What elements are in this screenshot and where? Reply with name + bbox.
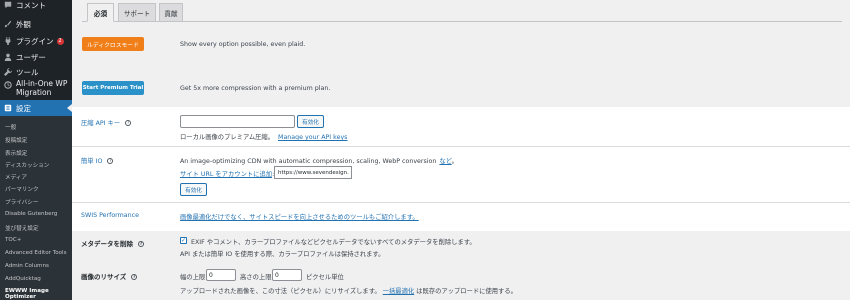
bulk-optimize-link[interactable]: 一括最適化 <box>383 288 414 295</box>
settings-content: 必須 サポート 貢献 ルディクロスモード Show every option p… <box>72 0 850 300</box>
easy-io-activate-button[interactable]: 有効化 <box>180 183 207 196</box>
resize-description: アップロードされた画像を、この寸法（ピクセル）にリサイズします。 一括最適化 は既存… <box>180 286 517 295</box>
remove-metadata-description: EXIF やコメント、カラープロファイルなどピクセルデータでないすべてのメタデー… <box>191 239 476 246</box>
easy-io-label-text: 簡単 IO <box>81 158 103 165</box>
api-key-description: ローカル画像のプレミアム圧縮。 Manage your API keys <box>180 132 347 141</box>
manage-api-keys-link[interactable]: Manage your API keys <box>278 134 347 141</box>
settings-submenu: 一般 投稿設定 表示設定 ディスカッション メディア パーマリンク プライバシー… <box>0 116 72 300</box>
easy-io-description-text: An image-optimizing CDN with automatic c… <box>180 158 437 165</box>
easy-io-more-link[interactable]: など <box>439 158 451 165</box>
help-icon[interactable]: ? <box>125 120 132 126</box>
help-icon[interactable]: ? <box>131 274 138 280</box>
menu-label: ツール <box>16 67 39 77</box>
help-icon[interactable]: ? <box>107 158 114 164</box>
api-key-input[interactable] <box>180 115 295 128</box>
swis-performance-label[interactable]: SWIS Performance <box>81 212 139 219</box>
submenu-advanced-editor-tools[interactable]: Advanced Editor Tools <box>5 250 67 256</box>
menu-appearance[interactable]: 外観 <box>0 16 72 32</box>
tab-support[interactable]: サポート <box>118 3 156 22</box>
add-site-url-link[interactable]: サイト URL をアカウントに追加 <box>180 171 272 178</box>
resize-images-label: 画像のリサイズ? <box>81 271 138 281</box>
add-site-url-link-wrap: サイト URL をアカウントに追加: <box>180 169 274 178</box>
swis-performance-link[interactable]: 画像最適化だけでなく、サイトスピードを向上させるためのツールもご紹介します。 <box>180 214 419 221</box>
submenu-media[interactable]: メディア <box>5 173 27 181</box>
wp-admin-screen: コメント 外観 プラグイン 2 ユーザー ツール All-in-One WP M… <box>0 0 850 300</box>
menu-label: 外観 <box>16 19 31 29</box>
help-icon[interactable]: ? <box>138 241 144 247</box>
ludicrous-mode-description: Show every option possible, even plaid. <box>180 41 306 48</box>
submenu-ewww-image-optimizer[interactable]: EWWW Image Optimizer <box>5 288 53 300</box>
site-url-field[interactable]: https://www.sevendesign. <box>274 166 352 179</box>
submenu-admin-columns[interactable]: Admin Columns <box>5 263 49 269</box>
remove-metadata-label-text: メタデータを削除 <box>81 240 133 248</box>
admin-sidebar: コメント 外観 プラグイン 2 ユーザー ツール All-in-One WP M… <box>0 0 72 300</box>
menu-label: All-in-One WP Migration <box>16 79 68 97</box>
max-height-label: 高さの上限 <box>240 274 272 281</box>
menu-label: ユーザー <box>16 52 46 62</box>
menu-label: コメント <box>16 0 46 10</box>
plugin-icon <box>4 37 12 45</box>
menu-label: プラグイン <box>16 36 54 46</box>
max-width-label: 幅の上限 <box>180 274 206 281</box>
menu-settings[interactable]: 設定 <box>0 100 72 116</box>
menu-label: 設定 <box>16 103 31 113</box>
settings-icon <box>4 104 12 112</box>
menu-comments[interactable]: コメント <box>0 0 72 13</box>
remove-metadata-note: API または簡単 IO を使用する際、カラープロファイルは保持されます。 <box>180 251 385 258</box>
tab-essential[interactable]: 必須 <box>87 3 114 22</box>
api-key-label[interactable]: 圧縮 API キー? <box>81 118 132 127</box>
remove-metadata-label: メタデータを削除? <box>81 238 144 248</box>
migration-icon <box>4 81 12 89</box>
resize-description-text: アップロードされた画像を、この寸法（ピクセル）にリサイズします。 <box>180 288 381 295</box>
user-icon <box>4 53 12 61</box>
submenu-reading[interactable]: 表示設定 <box>5 149 27 157</box>
max-width-input[interactable]: 0 <box>206 269 236 281</box>
remove-metadata-checkbox[interactable]: ✓ <box>180 237 187 244</box>
max-height-input[interactable]: 0 <box>272 269 302 281</box>
resize-images-label-text: 画像のリサイズ <box>81 273 127 281</box>
premium-trial-description: Get 5x more compression with a premium p… <box>180 85 331 92</box>
submenu-sort-settings[interactable]: 並び替え設定 <box>5 224 39 232</box>
row-divider <box>72 146 850 147</box>
menu-all-in-one-migration[interactable]: All-in-One WP Migration <box>0 78 72 102</box>
wrench-icon <box>4 68 12 76</box>
pixel-unit-label: ピクセル単位 <box>306 274 344 281</box>
easy-io-description: An image-optimizing CDN with automatic c… <box>180 156 458 165</box>
api-key-label-text: 圧縮 API キー <box>81 120 121 127</box>
submenu-permalinks[interactable]: パーマリンク <box>5 185 39 193</box>
update-count-badge: 2 <box>56 37 64 45</box>
resize-description-tail: は既存のアップロードに使用する。 <box>416 288 517 295</box>
ludicrous-mode-button[interactable]: ルディクロスモード <box>82 37 144 51</box>
start-premium-trial-button[interactable]: Start Premium Trial <box>82 81 144 95</box>
submenu-disable-gutenberg[interactable]: Disable Gutenberg <box>5 211 57 217</box>
submenu-addquicktag[interactable]: AddQuicktag <box>5 276 41 282</box>
menu-users[interactable]: ユーザー <box>0 49 72 65</box>
api-key-activate-button[interactable]: 有効化 <box>297 115 324 128</box>
row-divider <box>72 202 850 203</box>
tab-contribute[interactable]: 貢献 <box>159 3 183 22</box>
settings-tabs: 必須 サポート 貢献 <box>82 0 842 22</box>
api-key-description-text: ローカル画像のプレミアム圧縮。 <box>180 134 275 141</box>
swis-description-wrap: 画像最適化だけでなく、サイトスピードを向上させるためのツールもご紹介します。 <box>180 212 419 221</box>
submenu-discussion[interactable]: ディスカッション <box>5 161 49 169</box>
paintbrush-icon <box>4 20 12 28</box>
punctuation: 。 <box>451 158 458 165</box>
submenu-privacy[interactable]: プライバシー <box>5 198 38 206</box>
submenu-general[interactable]: 一般 <box>5 123 16 131</box>
easy-io-label[interactable]: 簡単 IO? <box>81 156 114 165</box>
submenu-toc-plus[interactable]: TOC+ <box>5 237 21 243</box>
menu-plugins[interactable]: プラグイン 2 <box>0 33 72 49</box>
comment-icon <box>4 1 12 9</box>
submenu-writing[interactable]: 投稿設定 <box>5 136 27 144</box>
